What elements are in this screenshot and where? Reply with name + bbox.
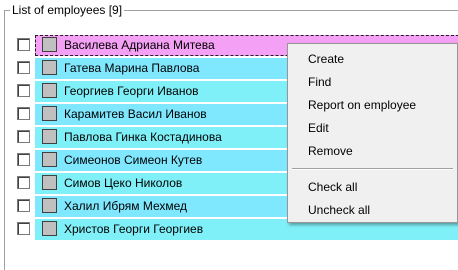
- employee-icon: [42, 175, 57, 190]
- menu-item-find[interactable]: Find: [308, 75, 331, 89]
- row-checkbox[interactable]: [17, 222, 30, 235]
- employee-name: Гатева Марина Павлова: [64, 61, 200, 75]
- employee-name: Христов Георги Георгиев: [64, 222, 204, 236]
- employee-name: Халил Ибрям Мехмед: [64, 199, 188, 213]
- employee-name: Симеонов Симеон Кутев: [64, 153, 203, 167]
- employee-name: Симов Цеко Николов: [64, 176, 183, 190]
- menu-item-remove[interactable]: Remove: [308, 144, 353, 158]
- employee-name: Карамитев Васил Иванов: [64, 107, 207, 121]
- employee-icon: [42, 129, 57, 144]
- row-checkbox[interactable]: [17, 61, 30, 74]
- row-checkbox[interactable]: [17, 199, 30, 212]
- row-checkbox[interactable]: [17, 176, 30, 189]
- row-checkbox[interactable]: [17, 130, 30, 143]
- employee-name: Павлова Гинка Костадинова: [64, 130, 222, 144]
- employee-icon: [42, 106, 57, 121]
- menu-item-create[interactable]: Create: [308, 52, 344, 66]
- row-checkbox[interactable]: [17, 153, 30, 166]
- row-checkbox[interactable]: [17, 107, 30, 120]
- employee-icon: [42, 198, 57, 213]
- menu-item-report-on-employee[interactable]: Report on employee: [308, 98, 416, 112]
- employee-name: Василева Адриана Митева: [64, 38, 215, 52]
- row-checkbox[interactable]: [17, 38, 30, 51]
- employee-icon: [42, 60, 57, 75]
- groupbox-title: List of employees [9]: [10, 3, 125, 17]
- row-checkbox[interactable]: [17, 84, 30, 97]
- employee-icon: [42, 152, 57, 167]
- employee-icon: [42, 37, 57, 52]
- employee-icon: [42, 221, 57, 236]
- menu-item-edit[interactable]: Edit: [308, 121, 329, 135]
- employee-name: Георгиев Георги Иванов: [64, 84, 199, 98]
- menu-item-check-all[interactable]: Check all: [308, 180, 357, 194]
- menu-item-uncheck-all[interactable]: Uncheck all: [308, 203, 370, 217]
- employee-icon: [42, 83, 57, 98]
- context-menu: Create Find Report on employee Edit Remo…: [287, 43, 458, 223]
- employee-list-window: List of employees [9] Василева Адриана М…: [0, 0, 458, 270]
- menu-separator: [292, 168, 453, 170]
